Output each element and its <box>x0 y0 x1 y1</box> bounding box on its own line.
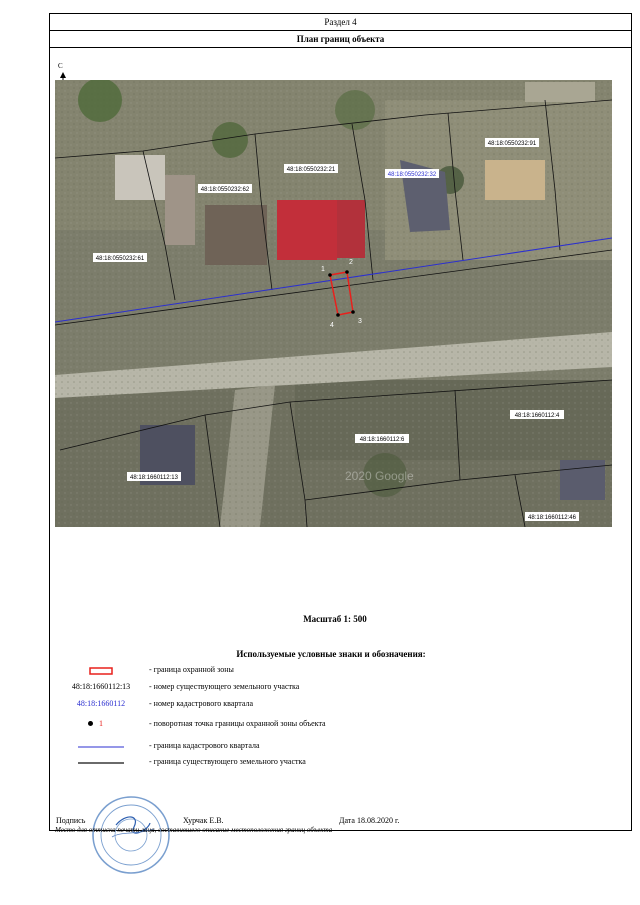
svg-text:48:18:0550232:32: 48:18:0550232:32 <box>388 172 437 178</box>
svg-text:48:18:0550232:91: 48:18:0550232:91 <box>488 141 537 147</box>
legend-item-quarter-line: - граница кадастрового квартала <box>56 741 596 755</box>
parcel-label: 48:18:0550232:91 <box>485 138 539 147</box>
google-watermark: 2020 Google <box>345 469 414 483</box>
svg-text:48:18:1660112:4: 48:18:1660112:4 <box>515 413 560 419</box>
parcel-label: 48:18:1660112:46 <box>525 512 579 521</box>
stamp-caption: Место для оттиска печати лица, составивш… <box>55 826 333 834</box>
quarter-label: 48:18:0550232:32 <box>385 169 439 178</box>
svg-text:48:18:0550232:21: 48:18:0550232:21 <box>287 167 336 173</box>
signature-date: Дата 18.08.2020 г. <box>339 816 400 825</box>
legend-item-parcel-number: 48:18:1660112:13 - номер существующего з… <box>71 682 300 691</box>
svg-text:48:18:1660112:6: 48:18:1660112:6 <box>360 437 405 443</box>
map-scale: Масштаб 1: 500 <box>303 614 367 624</box>
legend-item-quarter-number: 48:18:1660112 - номер кадастрового кварт… <box>76 699 254 708</box>
legend-item-turning-point: 1 - поворотная точка границы охранной зо… <box>56 719 596 733</box>
legend-title: Используемые условные знаки и обозначени… <box>236 649 426 659</box>
zone-boundary-symbol <box>56 665 146 679</box>
signature-label: Подпись <box>56 816 86 825</box>
parcel-label: 48:18:0550232:62 <box>198 184 252 193</box>
point-label-1: 1 <box>321 266 325 273</box>
svg-text:48:18:1660112:13: 48:18:1660112:13 <box>130 475 179 481</box>
parcel-label: 48:18:1660112:6 <box>355 434 409 443</box>
svg-text:48:18:0550232:61: 48:18:0550232:61 <box>96 256 145 262</box>
parcel-line-symbol <box>56 757 146 771</box>
point-label-3: 3 <box>358 318 362 325</box>
legend-item-parcel-line: - граница существующего земельного участ… <box>56 757 596 771</box>
satellite-map[interactable]: 1 2 3 4 48:18:0550232:61 48:18:0550232:6… <box>55 80 612 527</box>
svg-text:48:18:1660112:46: 48:18:1660112:46 <box>528 515 577 521</box>
point-label-4: 4 <box>330 322 334 329</box>
point-label-2: 2 <box>349 259 353 266</box>
signer-name: Хурчак Е.В. <box>183 816 224 825</box>
section-title: Раздел 4 <box>50 14 631 31</box>
parcel-label: 48:18:1660112:13 <box>127 472 181 481</box>
parcel-label: 48:18:0550232:61 <box>93 253 147 262</box>
plan-title: План границ объекта <box>50 31 631 48</box>
quarter-line-symbol <box>56 741 146 755</box>
svg-text:48:18:0550232:62: 48:18:0550232:62 <box>201 187 250 193</box>
parcel-label: 48:18:1660112:4 <box>510 410 564 419</box>
official-stamp <box>92 796 170 874</box>
legend-item-zone: - граница охранной зоны <box>56 665 596 679</box>
parcel-label: 48:18:0550232:21 <box>284 164 338 173</box>
